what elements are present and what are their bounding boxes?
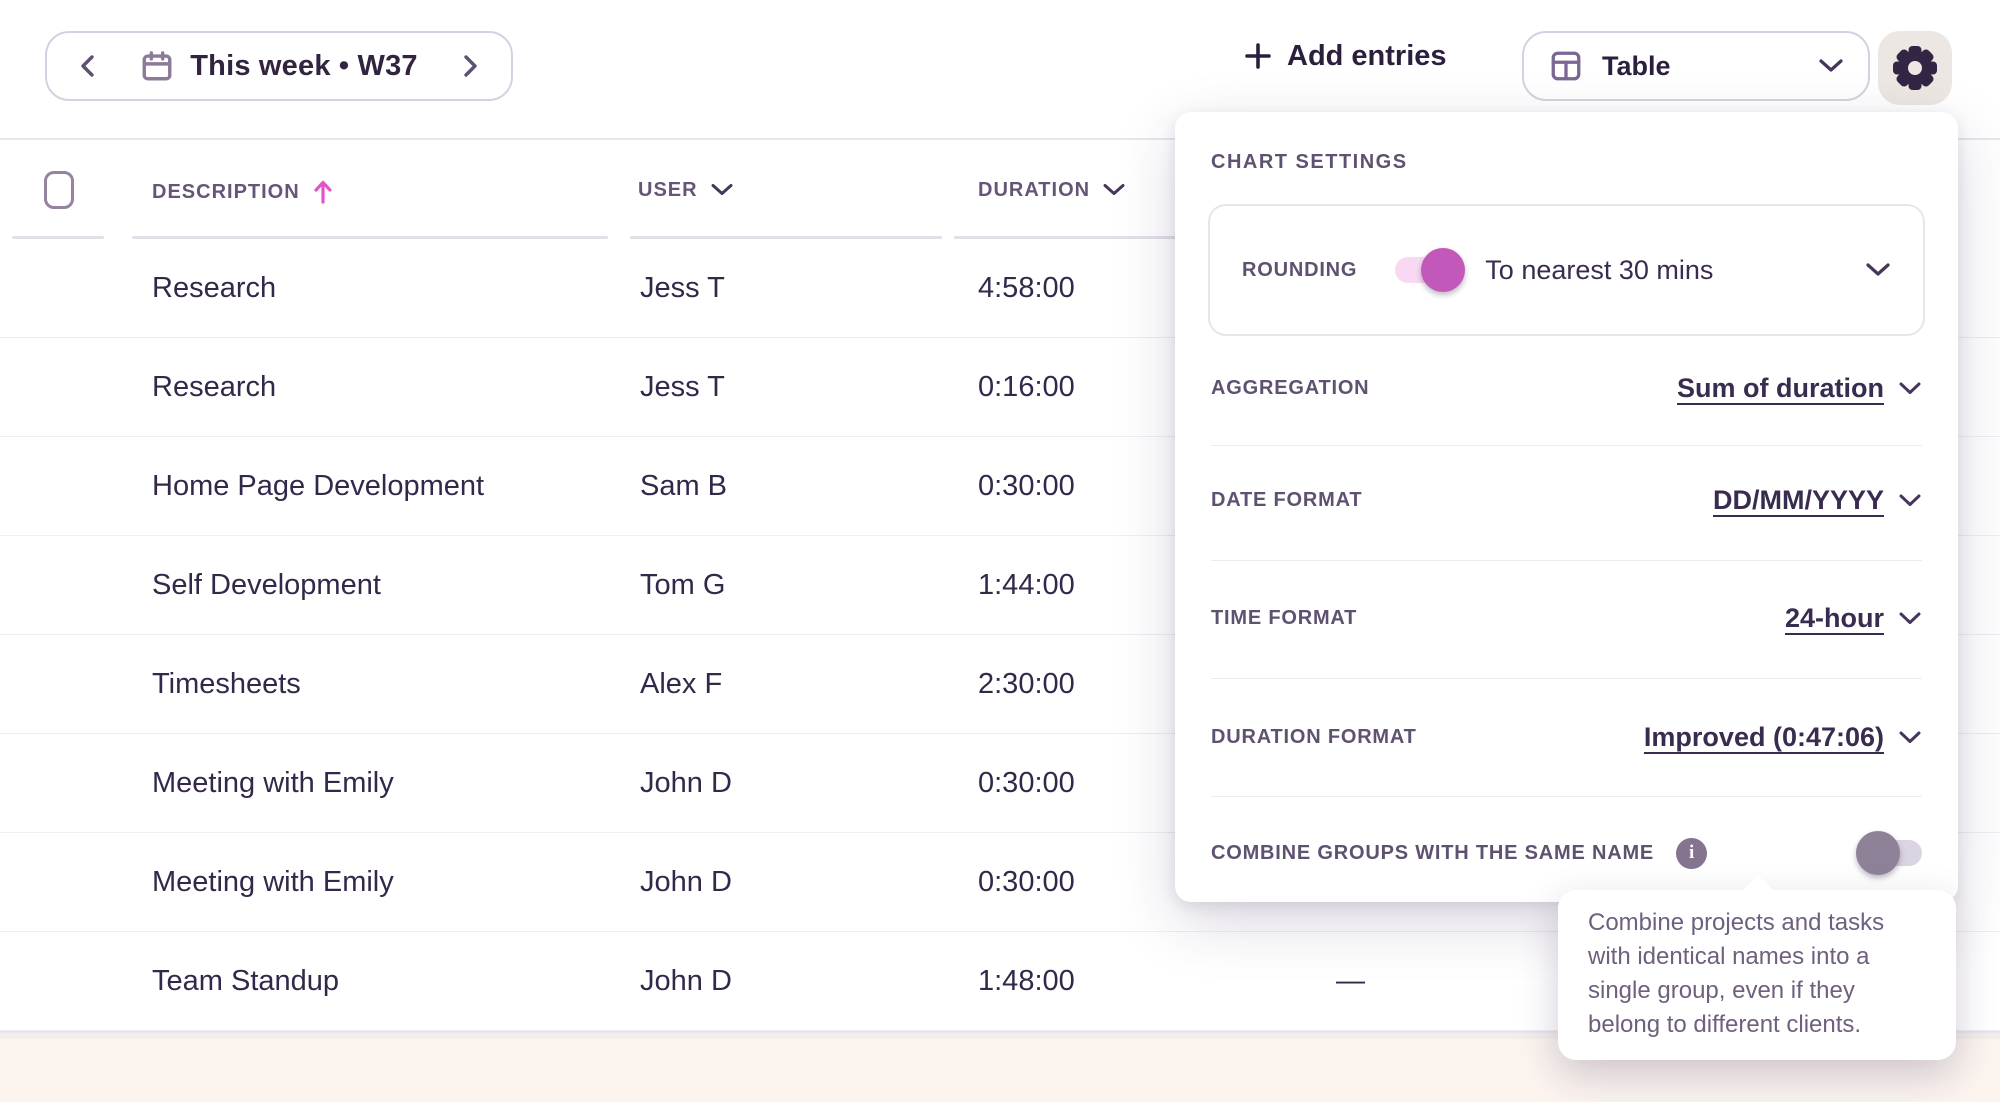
select-all-checkbox[interactable] bbox=[44, 171, 74, 209]
date-format-label: DATE FORMAT bbox=[1211, 489, 1362, 512]
column-header-user[interactable]: USER bbox=[638, 178, 734, 202]
add-entries-label: Add entries bbox=[1287, 40, 1447, 73]
description-cell: Meeting with Emily bbox=[152, 734, 394, 832]
column-header-description[interactable]: DESCRIPTION bbox=[152, 178, 334, 206]
chart-settings-panel: CHART SETTINGS ROUNDING To nearest 30 mi… bbox=[1175, 112, 1958, 902]
week-label: This week • W37 bbox=[190, 50, 418, 83]
duration-format-value: Improved (0:47:06) bbox=[1644, 722, 1884, 753]
empty-value-dash: — bbox=[1336, 932, 1365, 1030]
settings-button[interactable] bbox=[1878, 31, 1952, 105]
duration-cell: 1:44:00 bbox=[978, 536, 1075, 634]
aggregation-setting: AGGREGATION Sum of duration bbox=[1211, 329, 1922, 447]
chevron-down-icon bbox=[1898, 493, 1922, 508]
column-header-user-label: USER bbox=[638, 178, 698, 202]
chevron-down-icon bbox=[710, 183, 734, 197]
chevron-right-icon bbox=[459, 53, 481, 79]
rounding-toggle[interactable] bbox=[1395, 257, 1461, 283]
chevron-down-icon bbox=[1898, 381, 1922, 396]
chevron-down-icon bbox=[1102, 183, 1126, 197]
duration-format-dropdown[interactable]: Improved (0:47:06) bbox=[1644, 722, 1922, 753]
user-cell: Sam B bbox=[640, 437, 727, 535]
chevron-left-icon bbox=[77, 53, 99, 79]
next-week-button[interactable] bbox=[453, 49, 487, 83]
sort-ascending-icon bbox=[312, 178, 334, 206]
user-cell: Jess T bbox=[640, 338, 725, 436]
duration-cell: 4:58:00 bbox=[978, 239, 1075, 337]
duration-cell: 1:48:00 bbox=[978, 932, 1075, 1030]
column-header-duration[interactable]: DURATION bbox=[978, 178, 1126, 202]
duration-cell: 0:30:00 bbox=[978, 734, 1075, 832]
aggregation-dropdown[interactable]: Sum of duration bbox=[1677, 373, 1922, 404]
description-cell: Self Development bbox=[152, 536, 381, 634]
aggregation-value: Sum of duration bbox=[1677, 373, 1884, 404]
week-switcher: This week • W37 bbox=[45, 31, 513, 101]
combine-groups-tooltip: Combine projects and tasks with identica… bbox=[1558, 890, 1956, 1060]
view-selector-dropdown[interactable]: Table bbox=[1522, 31, 1870, 101]
description-cell: Team Standup bbox=[152, 932, 339, 1030]
gear-icon bbox=[1892, 45, 1938, 91]
description-cell: Home Page Development bbox=[152, 437, 484, 535]
time-format-value: 24-hour bbox=[1785, 603, 1884, 634]
chevron-down-icon bbox=[1818, 58, 1844, 74]
toolbar: This week • W37 Add entries bbox=[0, 0, 2000, 112]
user-cell: Tom G bbox=[640, 536, 725, 634]
table-view-icon bbox=[1548, 48, 1584, 84]
column-header-description-label: DESCRIPTION bbox=[152, 180, 300, 204]
chevron-down-icon[interactable] bbox=[1865, 262, 1891, 278]
user-cell: Alex F bbox=[640, 635, 722, 733]
duration-cell: 0:30:00 bbox=[978, 833, 1075, 931]
tooltip-text: Combine projects and tasks with identica… bbox=[1588, 906, 1930, 1042]
time-format-setting: TIME FORMAT 24-hour bbox=[1211, 559, 1922, 677]
chevron-down-icon bbox=[1898, 611, 1922, 626]
description-cell: Timesheets bbox=[152, 635, 301, 733]
chevron-down-icon bbox=[1898, 730, 1922, 745]
combine-groups-label: COMBINE GROUPS WITH THE SAME NAME bbox=[1211, 842, 1654, 865]
user-cell: John D bbox=[640, 833, 732, 931]
plus-icon bbox=[1243, 41, 1273, 71]
rounding-setting: ROUNDING To nearest 30 mins bbox=[1208, 204, 1925, 336]
user-cell: John D bbox=[640, 932, 732, 1030]
time-format-label: TIME FORMAT bbox=[1211, 607, 1357, 630]
date-format-dropdown[interactable]: DD/MM/YYYY bbox=[1713, 485, 1922, 516]
column-header-duration-label: DURATION bbox=[978, 178, 1090, 202]
user-cell: Jess T bbox=[640, 239, 725, 337]
description-cell: Research bbox=[152, 239, 276, 337]
duration-cell: 2:30:00 bbox=[978, 635, 1075, 733]
toggle-knob bbox=[1856, 831, 1900, 875]
duration-format-label: DURATION FORMAT bbox=[1211, 726, 1417, 749]
date-format-value: DD/MM/YYYY bbox=[1713, 485, 1884, 516]
rounding-value: To nearest 30 mins bbox=[1485, 255, 1713, 286]
description-cell: Research bbox=[152, 338, 276, 436]
description-cell: Meeting with Emily bbox=[152, 833, 394, 931]
week-display: This week • W37 bbox=[140, 49, 418, 83]
calendar-icon bbox=[140, 49, 174, 83]
date-format-setting: DATE FORMAT DD/MM/YYYY bbox=[1211, 441, 1922, 559]
previous-week-button[interactable] bbox=[71, 49, 105, 83]
toggle-knob bbox=[1421, 248, 1465, 292]
view-selector-label: Table bbox=[1602, 51, 1671, 82]
add-entries-button[interactable]: Add entries bbox=[1243, 0, 1447, 112]
time-format-dropdown[interactable]: 24-hour bbox=[1785, 603, 1922, 634]
timesheet-report-page: This week • W37 Add entries bbox=[0, 0, 2000, 1102]
aggregation-label: AGGREGATION bbox=[1211, 377, 1369, 400]
duration-format-setting: DURATION FORMAT Improved (0:47:06) bbox=[1211, 678, 1922, 796]
rounding-label: ROUNDING bbox=[1242, 259, 1357, 282]
duration-cell: 0:30:00 bbox=[978, 437, 1075, 535]
panel-title: CHART SETTINGS bbox=[1211, 150, 1408, 174]
combine-groups-toggle[interactable] bbox=[1860, 840, 1922, 866]
user-cell: John D bbox=[640, 734, 732, 832]
duration-cell: 0:16:00 bbox=[978, 338, 1075, 436]
info-icon[interactable]: i bbox=[1676, 838, 1707, 869]
